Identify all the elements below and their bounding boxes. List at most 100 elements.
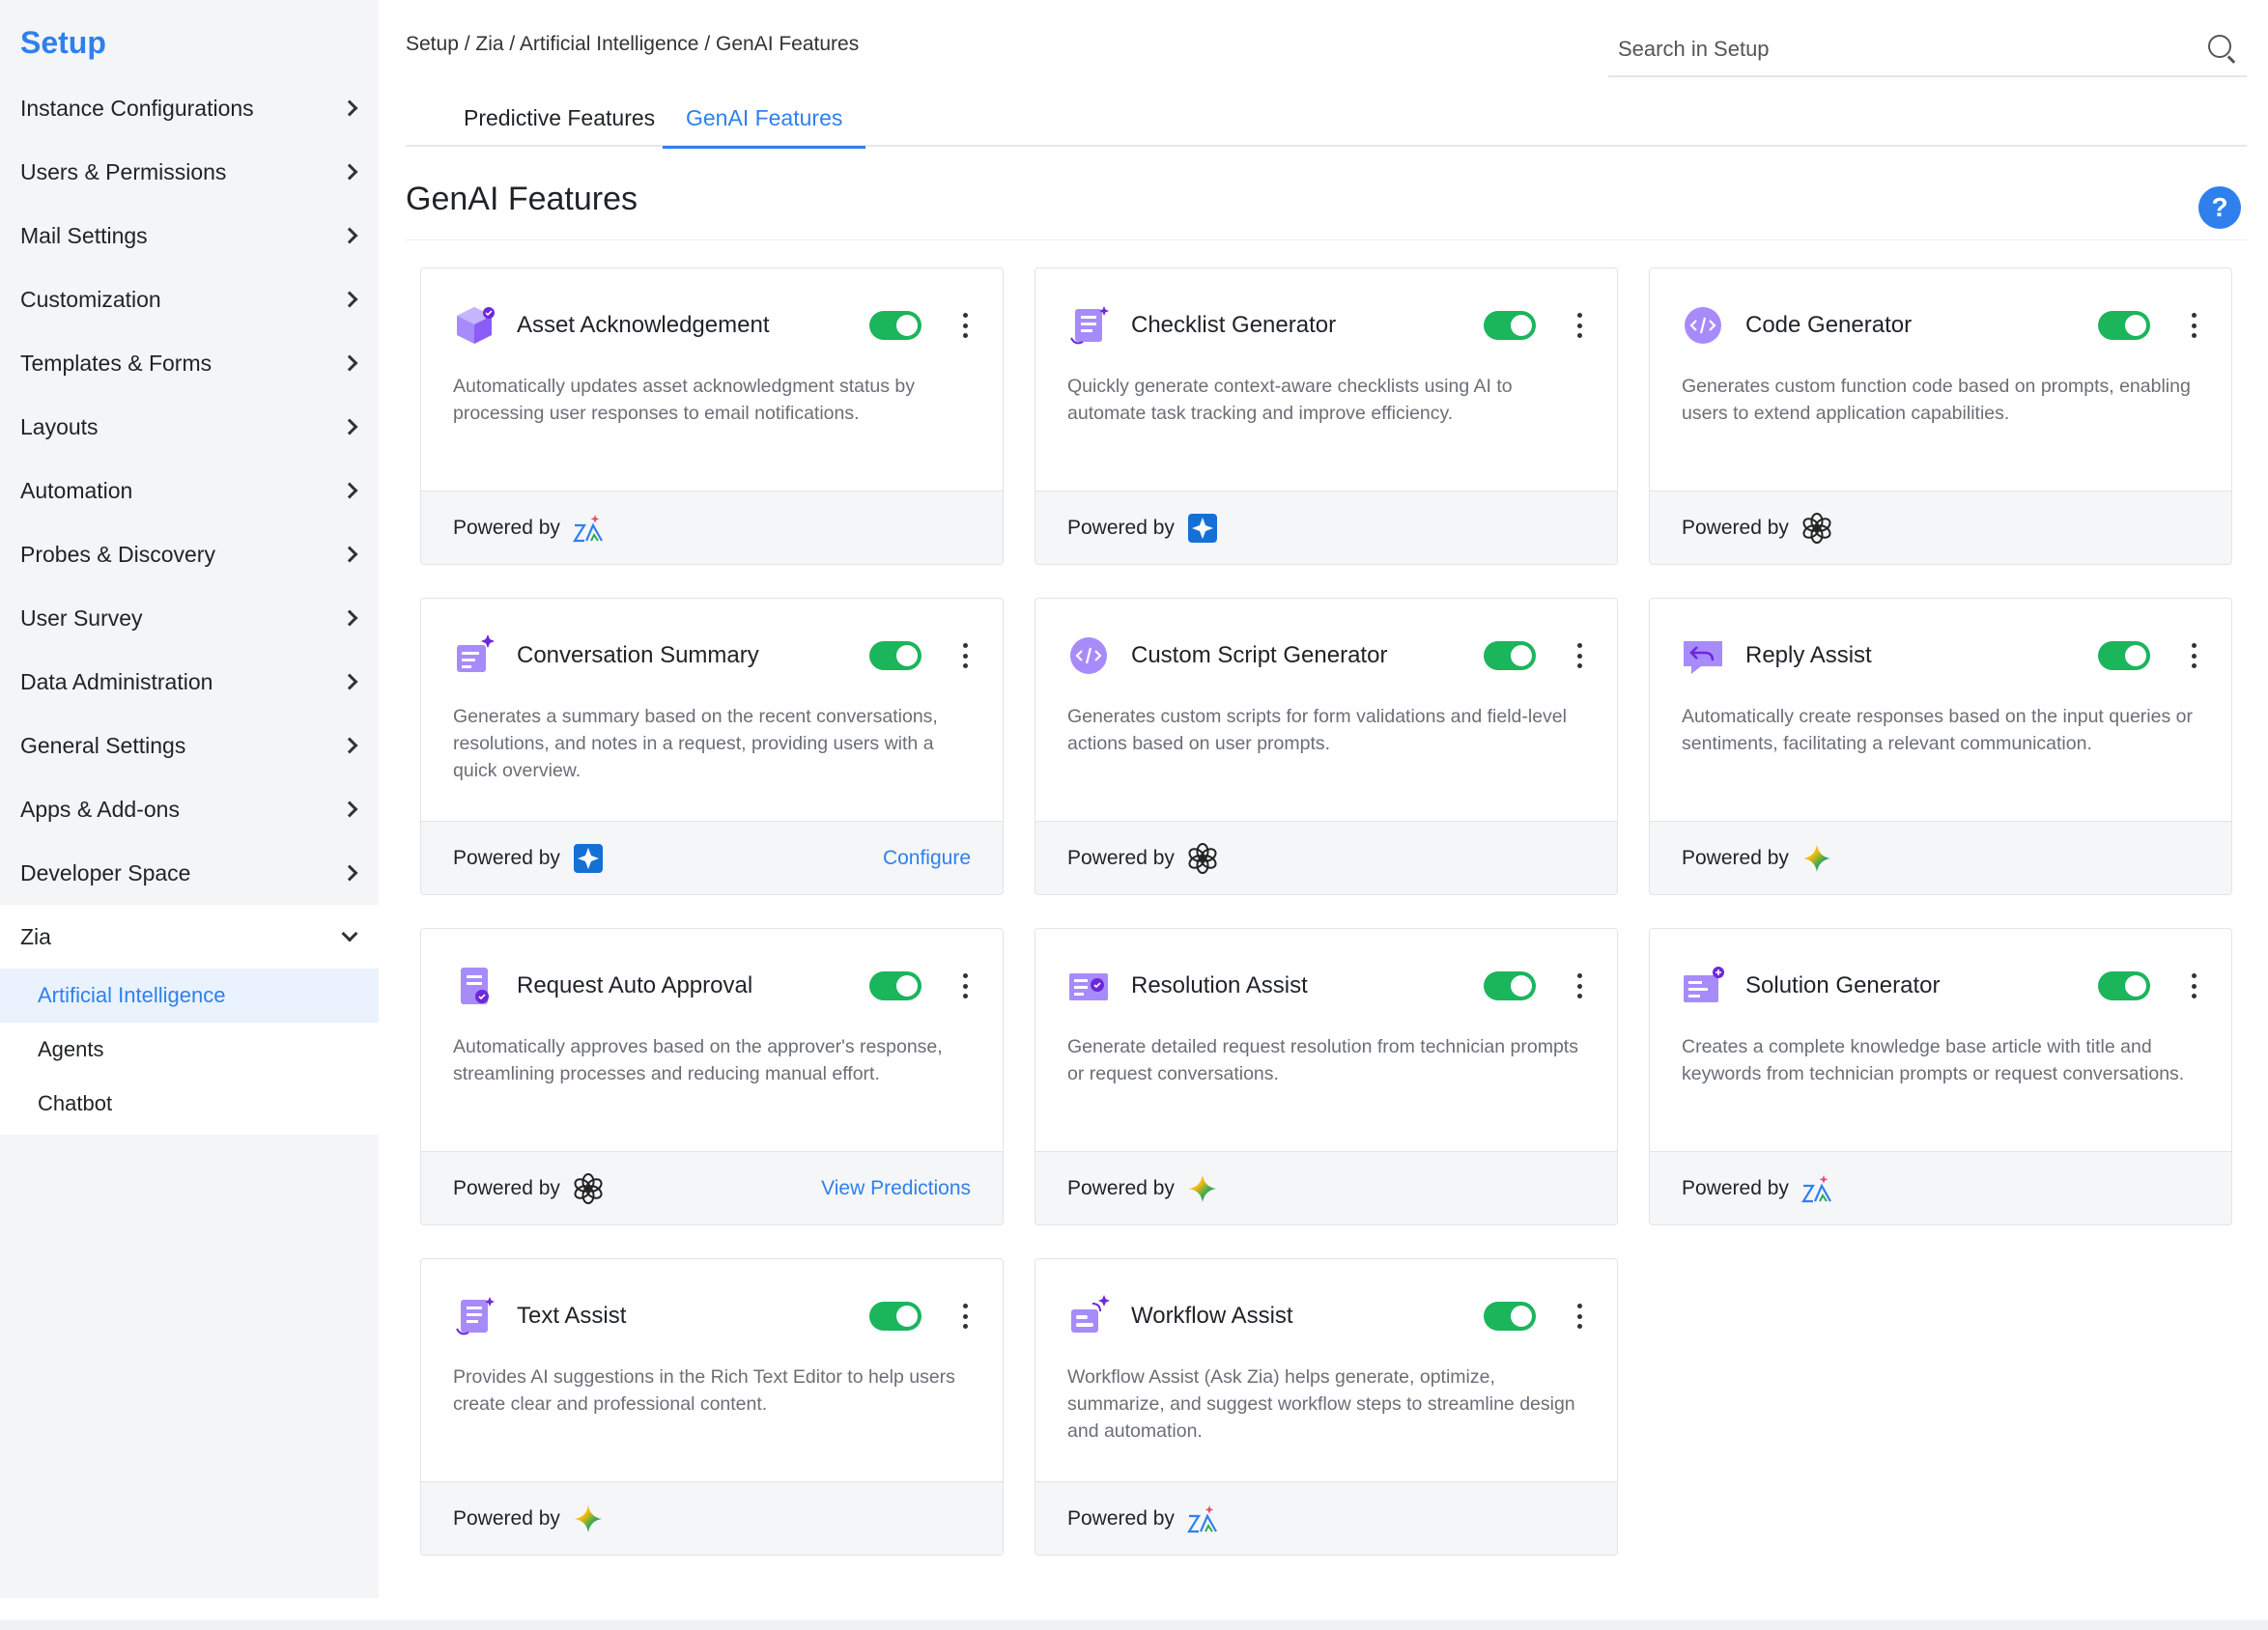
chevron-right-icon xyxy=(341,737,358,754)
sidebar-item-customization[interactable]: Customization xyxy=(0,267,379,331)
sidebar-item-layouts[interactable]: Layouts xyxy=(0,395,379,459)
chevron-right-icon xyxy=(341,482,358,499)
text-icon xyxy=(453,1294,497,1338)
feature-card: Checklist Generator Quickly generate con… xyxy=(1035,267,1618,565)
resolution-icon xyxy=(1067,964,1112,1008)
sidebar-item-user-survey[interactable]: User Survey xyxy=(0,586,379,650)
sidebar-submenu-zia: Artificial Intelligence Agents Chatbot xyxy=(0,969,379,1135)
sidebar-item-label: Layouts xyxy=(20,413,99,439)
code-generator-toggle[interactable] xyxy=(2098,311,2150,340)
more-options-icon[interactable] xyxy=(2189,973,2198,998)
sidebar-subitem-chatbot[interactable]: Chatbot xyxy=(0,1077,379,1131)
tab-genai-features[interactable]: GenAI Features xyxy=(662,89,866,149)
page-title: GenAI Features xyxy=(406,181,638,217)
sidebar-item-label: Data Administration xyxy=(20,668,213,694)
sidebar-item-users-permissions[interactable]: Users & Permissions xyxy=(0,140,379,204)
powered-by-label: Powered by xyxy=(453,1176,560,1199)
workflow-assist-toggle[interactable] xyxy=(1484,1302,1536,1331)
more-options-icon[interactable] xyxy=(960,1304,970,1329)
asset-acknowledgement-toggle[interactable] xyxy=(869,311,921,340)
search-input[interactable] xyxy=(1618,37,2159,62)
sidebar-item-instance-configurations[interactable]: Instance Configurations xyxy=(0,76,379,140)
more-options-icon[interactable] xyxy=(960,643,970,668)
solution-icon xyxy=(1682,964,1726,1008)
powered-by-label: Powered by xyxy=(453,1506,560,1530)
powered-by-label: Powered by xyxy=(1067,846,1175,869)
resolution-assist-toggle[interactable] xyxy=(1484,971,1536,1000)
checklist-generator-toggle[interactable] xyxy=(1484,311,1536,340)
breadcrumb: Setup / Zia / Artificial Intelligence / … xyxy=(406,33,860,55)
chevron-right-icon xyxy=(341,673,358,690)
card-header: Custom Script Generator xyxy=(1067,633,1588,678)
card-footer: Powered by xyxy=(1650,821,2231,894)
view-predictions-link[interactable]: View Predictions xyxy=(821,1177,971,1200)
sidebar-item-label: Users & Permissions xyxy=(20,158,227,184)
more-options-icon[interactable] xyxy=(1574,973,1584,998)
more-options-icon[interactable] xyxy=(1574,1304,1584,1329)
cube-icon xyxy=(453,303,497,348)
openai-logo-icon xyxy=(1800,512,1833,545)
conversation-summary-toggle[interactable] xyxy=(869,641,921,670)
feature-card: Custom Script Generator Generates custom… xyxy=(1035,598,1618,895)
request-auto-approval-toggle[interactable] xyxy=(869,971,921,1000)
card-title: Solution Generator xyxy=(1745,972,1941,998)
tab-bar: Predictive Features GenAI Features xyxy=(406,89,2247,149)
azure-logo-icon xyxy=(572,842,605,875)
card-description: Automatically create responses based on … xyxy=(1682,706,2193,754)
help-button[interactable]: ? xyxy=(2198,186,2241,229)
custom-script-generator-toggle[interactable] xyxy=(1484,641,1536,670)
gemini-logo-icon xyxy=(572,1503,605,1535)
sidebar-item-label: Instance Configurations xyxy=(20,95,254,121)
card-description: Workflow Assist (Ask Zia) helps generate… xyxy=(1067,1366,1575,1442)
card-footer: Powered by xyxy=(1035,491,1617,564)
search-bar xyxy=(1608,23,2247,77)
more-options-icon[interactable] xyxy=(960,313,970,338)
card-title: Text Assist xyxy=(517,1303,627,1329)
sidebar-menu: Instance Configurations Users & Permissi… xyxy=(0,76,379,1135)
code-icon xyxy=(1682,303,1726,348)
sidebar-item-templates-forms[interactable]: Templates & Forms xyxy=(0,331,379,395)
card-description: Automatically approves based on the appr… xyxy=(453,1036,943,1084)
sidebar-item-probes-discovery[interactable]: Probes & Discovery xyxy=(0,522,379,586)
card-description: Generates a summary based on the recent … xyxy=(453,706,938,781)
card-title: Asset Acknowledgement xyxy=(517,312,770,338)
sidebar-item-automation[interactable]: Automation xyxy=(0,459,379,522)
more-options-icon[interactable] xyxy=(1574,313,1584,338)
search-icon[interactable] xyxy=(2208,35,2237,64)
powered-by-label: Powered by xyxy=(1682,516,1789,539)
sidebar-item-label: Zia xyxy=(20,923,51,949)
reply-icon xyxy=(1682,633,1726,678)
card-header: Solution Generator xyxy=(1682,964,2202,1008)
powered-by-label: Powered by xyxy=(453,846,560,869)
text-assist-toggle[interactable] xyxy=(869,1302,921,1331)
solution-generator-toggle[interactable] xyxy=(2098,971,2150,1000)
sidebar-subitem-agents[interactable]: Agents xyxy=(0,1023,379,1077)
sidebar-subitem-artificial-intelligence[interactable]: Artificial Intelligence xyxy=(0,969,379,1023)
sidebar-item-developer-space[interactable]: Developer Space xyxy=(0,841,379,905)
zia-logo-icon xyxy=(1186,1503,1219,1535)
sidebar-item-zia[interactable]: Zia xyxy=(0,905,379,969)
chevron-right-icon xyxy=(341,163,358,181)
card-header: Asset Acknowledgement xyxy=(453,303,974,348)
sidebar-item-general-settings[interactable]: General Settings xyxy=(0,714,379,777)
sidebar-item-mail-settings[interactable]: Mail Settings xyxy=(0,204,379,267)
chevron-down-icon xyxy=(341,925,358,942)
sidebar-item-apps-addons[interactable]: Apps & Add-ons xyxy=(0,777,379,841)
sidebar-item-data-administration[interactable]: Data Administration xyxy=(0,650,379,714)
card-title: Reply Assist xyxy=(1745,642,1872,668)
chevron-right-icon xyxy=(341,291,358,308)
feature-card: Asset Acknowledgement Automatically upda… xyxy=(420,267,1004,565)
card-title: Workflow Assist xyxy=(1131,1303,1293,1329)
card-title: Request Auto Approval xyxy=(517,972,753,998)
powered-by-label: Powered by xyxy=(1067,1176,1175,1199)
configure-link[interactable]: Configure xyxy=(883,847,971,870)
approval-icon xyxy=(453,964,497,1008)
more-options-icon[interactable] xyxy=(2189,313,2198,338)
tab-predictive-features[interactable]: Predictive Features xyxy=(464,89,655,147)
feature-card: Request Auto Approval Automatically appr… xyxy=(420,928,1004,1225)
more-options-icon[interactable] xyxy=(960,973,970,998)
more-options-icon[interactable] xyxy=(2189,643,2198,668)
reply-assist-toggle[interactable] xyxy=(2098,641,2150,670)
card-description: Provides AI suggestions in the Rich Text… xyxy=(453,1366,955,1415)
more-options-icon[interactable] xyxy=(1574,643,1584,668)
